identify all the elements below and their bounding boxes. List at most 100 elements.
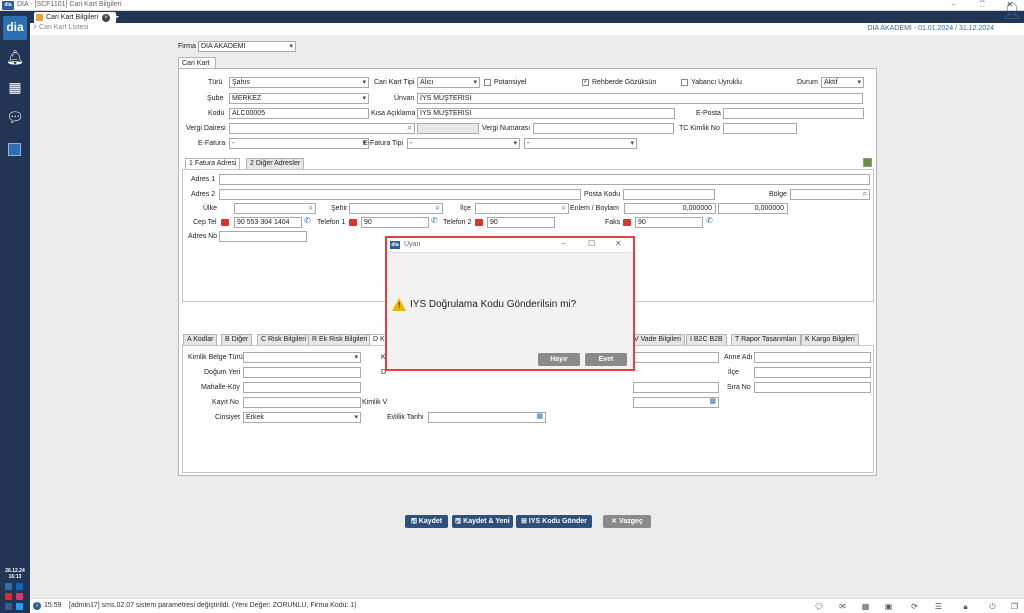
bell-icon[interactable]: 🔔︎ — [5, 47, 25, 67]
kimlik-ilce-input[interactable] — [754, 367, 871, 378]
twitter-icon[interactable] — [16, 603, 23, 610]
tr-flag-icon[interactable] — [349, 219, 357, 226]
mahalle-koy-input[interactable] — [243, 382, 361, 393]
dogum-yeri-input[interactable] — [243, 367, 361, 378]
telefon2-input[interactable]: 90 — [487, 217, 555, 228]
potansiyel-checkbox[interactable] — [484, 79, 491, 86]
vergi-numarasi-input[interactable] — [533, 123, 674, 134]
dialog-maximize-icon[interactable]: ☐ — [588, 239, 595, 248]
mail-icon[interactable]: ✉ — [838, 602, 847, 611]
tab-rapor-tasarimlari[interactable]: T Rapor Tasarımları — [731, 334, 801, 345]
sehir-label: Şehir — [331, 205, 348, 212]
linkedin-icon[interactable] — [16, 583, 23, 590]
tc-kimlik-input[interactable] — [723, 123, 797, 134]
turu-select[interactable]: Şahıs — [229, 77, 369, 88]
sira-no-input[interactable] — [754, 382, 871, 393]
cep-tel-input[interactable]: 90 553 304 1404 — [234, 217, 302, 228]
sube-select[interactable]: MERKEZ — [229, 93, 369, 104]
boylam-input[interactable]: 0,000000 — [718, 203, 788, 214]
window-icon[interactable]: ❐ — [1010, 602, 1019, 611]
user-icon[interactable]: 👤︎ — [1002, 1, 1022, 23]
tab-b2c-b2b[interactable]: İ B2C B2B — [686, 334, 727, 345]
kisa-aciklama-input[interactable]: IYS MÜŞTERİSİ — [417, 108, 675, 119]
adres-no-input[interactable] — [219, 231, 307, 242]
grid-icon[interactable]: ▦ — [861, 602, 870, 611]
kaydet-button[interactable]: 🖫 Kaydet — [405, 515, 448, 528]
cari-kart-tipi-select[interactable]: Alıcı — [417, 77, 480, 88]
phone-icon[interactable]: ✆ — [304, 216, 311, 225]
address-settings-icon[interactable] — [863, 158, 872, 167]
yabanci-uyruklu-checkbox[interactable] — [681, 79, 688, 86]
tab-diger[interactable]: B Diğer — [221, 334, 253, 345]
phone-icon[interactable]: ✆ — [431, 216, 438, 225]
tr-flag-icon[interactable] — [623, 219, 631, 226]
sync-icon[interactable]: ⟳ — [910, 602, 919, 611]
telefon1-input[interactable]: 90 — [361, 217, 429, 228]
ulke-input[interactable] — [234, 203, 316, 214]
tab-diger-adresler[interactable]: 2 Diğer Adresler — [246, 158, 305, 169]
new-tab-icon[interactable]: + — [112, 10, 119, 24]
tab-vade-bilgileri[interactable]: V Vade Bilgileri — [630, 334, 685, 345]
facebook-icon[interactable] — [5, 603, 12, 610]
youtube-icon[interactable] — [5, 593, 12, 600]
unvan-input[interactable]: IYS MÜŞTERİSİ — [417, 93, 863, 104]
faks-input[interactable]: 90 — [635, 217, 703, 228]
chat-icon[interactable]: 💬︎ — [5, 107, 25, 127]
kodu-input[interactable]: ALC00005 — [229, 108, 369, 119]
module-icon[interactable] — [8, 143, 21, 156]
col3-input-3[interactable] — [633, 382, 719, 393]
power-icon[interactable]: ⏻ — [988, 602, 997, 611]
phone-icon[interactable]: ✆ — [706, 216, 713, 225]
vazgec-button[interactable]: ✕ Vazgeç — [603, 515, 651, 528]
tab-fatura-adresi[interactable]: 1 Fatura Adresi — [185, 158, 241, 169]
tr-flag-icon[interactable] — [221, 219, 229, 226]
evet-button[interactable]: Evet — [585, 353, 627, 366]
tr-flag-icon[interactable] — [475, 219, 483, 226]
efatura-tipi-select-2[interactable]: - — [524, 138, 637, 149]
kimlik-belge-turu-select[interactable] — [243, 352, 361, 363]
sehir-input[interactable] — [349, 203, 443, 214]
firma-select[interactable]: DİA AKADEMİ — [198, 41, 296, 52]
bolge-input[interactable] — [790, 189, 870, 200]
vergi-dairesi-input[interactable] — [229, 123, 415, 134]
tab-ek-risk-bilgileri[interactable]: R Ek Risk Bilgileri — [308, 334, 372, 345]
tab-risk-bilgileri[interactable]: C Risk Bilgileri — [257, 334, 311, 345]
tab-kargo-bilgileri[interactable]: K Kargo Bilgileri — [801, 334, 859, 345]
tab-kodlar[interactable]: A Kodlar — [183, 334, 218, 345]
breadcrumb[interactable]: > Cari Kart Listesi — [33, 24, 88, 31]
lock-icon[interactable]: 🔒︎ — [961, 602, 970, 611]
tab-cari-kart-bilgileri[interactable]: Cari Kart Bilgileri × — [34, 12, 116, 23]
efatura-tipi-select[interactable]: - — [407, 138, 520, 149]
instagram-icon[interactable] — [16, 593, 23, 600]
chat-icon[interactable]: 💬︎ — [814, 602, 824, 611]
dia-small-icon[interactable] — [5, 583, 12, 590]
info-icon[interactable]: i — [33, 602, 41, 610]
kayit-no-input[interactable] — [243, 397, 361, 408]
dia-logo[interactable]: dia — [3, 16, 27, 40]
dialog-close-icon[interactable]: ✕ — [615, 239, 622, 248]
durum-select[interactable]: Aktif — [821, 77, 864, 88]
ilce-input[interactable] — [475, 203, 569, 214]
dialog-minimize-icon[interactable]: – — [561, 239, 565, 248]
enlem-input[interactable]: 0,000000 — [624, 203, 716, 214]
adres1-input[interactable] — [219, 174, 870, 185]
kaydet-yeni-button[interactable]: 🖫 Kaydet & Yeni — [452, 515, 513, 528]
evlilik-tarihi-input[interactable] — [428, 412, 546, 423]
adres2-input[interactable] — [219, 189, 581, 200]
window-titlebar: dia DİA - [SCF1101] Cari Kart Bilgileri … — [0, 0, 1024, 11]
hayir-button[interactable]: Hayır — [538, 353, 580, 366]
user-name[interactable]: admin17@diaegitim — [909, 0, 994, 9]
list-icon[interactable]: ☰ — [934, 602, 943, 611]
col3-date-input[interactable] — [633, 397, 719, 408]
col3-input-1[interactable] — [633, 352, 719, 363]
rehberde-checkbox[interactable]: ✓ — [582, 79, 589, 86]
cinsiyet-select[interactable]: Erkek — [243, 412, 361, 423]
anne-adi-input[interactable] — [754, 352, 871, 363]
image-icon[interactable]: ▣ — [884, 602, 893, 611]
eposta-input[interactable] — [723, 108, 864, 119]
calendar-icon[interactable]: ▦ — [5, 77, 25, 97]
posta-kodu-input[interactable] — [623, 189, 715, 200]
tab-close-icon[interactable]: × — [102, 14, 110, 22]
efatura-select[interactable]: - — [229, 138, 369, 149]
iys-kodu-gonder-button[interactable]: ⊞ IYS Kodu Gönder — [516, 515, 592, 528]
